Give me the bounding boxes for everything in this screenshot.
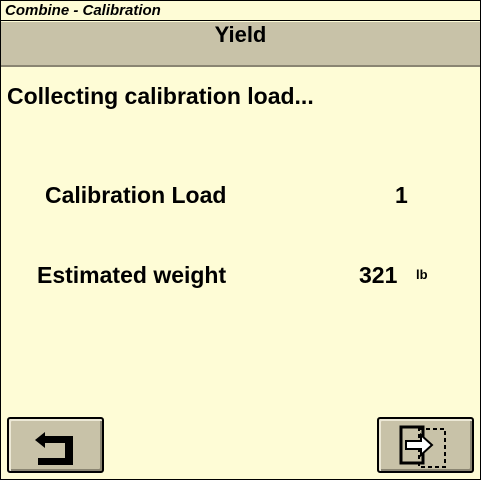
estimated-weight-unit: lb (416, 267, 428, 282)
page-title: Yield (214, 22, 267, 47)
screen-frame: Combine - Calibration Yield Collecting c… (0, 0, 481, 480)
window-title: Combine - Calibration (1, 1, 480, 21)
header-bar: Yield (1, 22, 480, 67)
back-button[interactable] (7, 417, 104, 473)
return-arrow-icon (35, 432, 73, 465)
estimated-weight-label: Estimated weight (37, 262, 227, 288)
calibration-load-value: 1 (395, 182, 408, 208)
exit-to-page-icon (399, 425, 446, 468)
next-button[interactable] (377, 417, 474, 473)
estimated-weight-value: 321 (359, 262, 398, 288)
status-message: Collecting calibration load... (7, 83, 314, 109)
calibration-load-label: Calibration Load (45, 182, 227, 208)
